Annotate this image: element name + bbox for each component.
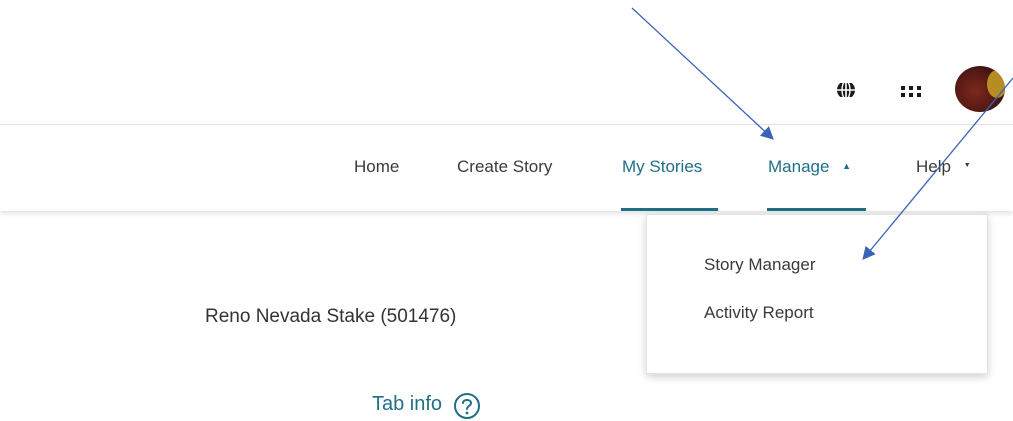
- nav-item-manage[interactable]: Manage ▲: [768, 157, 851, 177]
- apps-grid-icon[interactable]: [900, 85, 922, 97]
- nav-item-help[interactable]: Help ▼: [916, 157, 971, 177]
- avatar[interactable]: [955, 66, 1005, 112]
- dropdown-item-activity-report[interactable]: Activity Report: [704, 303, 814, 323]
- nav-item-label: Create Story: [457, 157, 553, 176]
- help-circle-icon[interactable]: [452, 391, 482, 421]
- main-nav: Home Create Story My Stories Manage ▲ He…: [0, 125, 1013, 211]
- nav-item-home[interactable]: Home: [354, 157, 399, 177]
- unit-name: Reno Nevada Stake (501476): [205, 306, 457, 327]
- nav-item-label: Home: [354, 157, 400, 176]
- nav-item-label: Manage: [768, 157, 830, 176]
- nav-item-label: My Stories: [622, 157, 703, 176]
- manage-active-underline: [767, 208, 866, 211]
- nav-item-create-story[interactable]: Create Story: [457, 157, 552, 177]
- nav-item-my-stories[interactable]: My Stories: [622, 157, 702, 177]
- manage-dropdown-menu: Story Manager Activity Report: [646, 214, 988, 374]
- utility-bar: [0, 0, 1013, 124]
- tab-info-link[interactable]: Tab info: [372, 393, 442, 416]
- globe-icon[interactable]: [835, 83, 857, 97]
- caret-down-icon: ▼: [963, 162, 971, 170]
- my-stories-active-underline: [621, 208, 718, 211]
- caret-up-icon: ▲: [842, 160, 852, 171]
- nav-item-label: Help: [916, 157, 951, 176]
- dropdown-item-story-manager[interactable]: Story Manager: [704, 255, 816, 275]
